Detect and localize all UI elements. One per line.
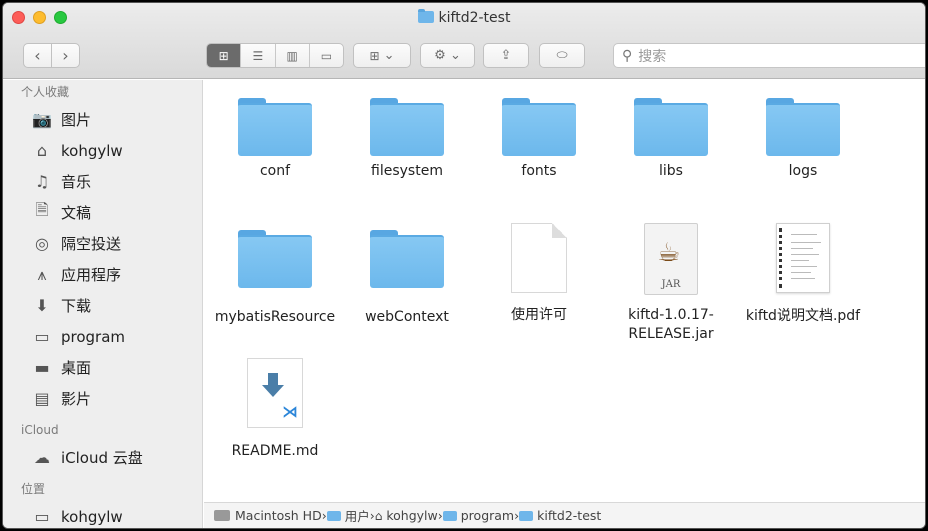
forward-button[interactable]: › bbox=[52, 45, 79, 67]
users-folder-icon bbox=[326, 510, 341, 521]
toolbar: kiftd2-test ‹ › ⊞ ☰ ▥ ▭ ⊞ ⌄ ⚙ ⌄ ⇪ ⬭ ⚲ 搜索 bbox=[3, 3, 925, 79]
download-arrow-icon bbox=[262, 373, 284, 399]
camera-icon: 📷 bbox=[32, 110, 52, 129]
airdrop-icon: ◎ bbox=[35, 234, 49, 253]
share-button[interactable]: ⇪ bbox=[483, 43, 529, 68]
java-jar-icon: ☕ JAR bbox=[644, 223, 698, 295]
file-item-readme[interactable]: ⋊ README.md bbox=[209, 358, 341, 461]
gear-icon: ⚙ bbox=[434, 48, 446, 63]
breadcrumb-macintosh-hd[interactable]: Macintosh HD bbox=[214, 508, 322, 523]
home-icon: ⌂ bbox=[374, 508, 383, 523]
sidebar-item-program[interactable]: ▭ program bbox=[3, 321, 202, 352]
folder-icon: ▭ bbox=[34, 327, 50, 346]
sidebar-item-documents[interactable]: 🗎 文稿 bbox=[3, 197, 202, 228]
sidebar-item-music[interactable]: ♫ 音乐 bbox=[3, 166, 202, 197]
coffee-cup-icon: ☕ bbox=[657, 238, 681, 268]
tag-icon: ⬭ bbox=[556, 48, 568, 63]
markdown-file-icon: ⋊ bbox=[247, 358, 303, 428]
file-browser: conf filesystem fonts libs logs mybatisR… bbox=[204, 80, 925, 502]
document-icon bbox=[511, 223, 567, 293]
folder-icon bbox=[370, 98, 444, 156]
sidebar-item-pictures[interactable]: 📷 图片 bbox=[3, 104, 202, 135]
file-item-jar[interactable]: ☕ JAR kiftd-1.0.17- RELEASE.jar bbox=[605, 223, 737, 344]
tags-button[interactable]: ⬭ bbox=[539, 43, 585, 68]
share-icon: ⇪ bbox=[500, 48, 512, 63]
music-note-icon: ♫ bbox=[34, 172, 50, 191]
folder-icon bbox=[238, 98, 312, 156]
file-item-conf[interactable]: conf bbox=[209, 98, 341, 181]
search-field[interactable]: ⚲ 搜索 bbox=[613, 43, 925, 68]
sidebar-section-favorites: 个人收藏 bbox=[21, 85, 70, 99]
sidebar: 个人收藏 📷 图片 ⌂ kohgylw ♫ 音乐 🗎 文稿 ◎ 隔空投送 ⩚ 应用程序 ⬇ 下… bbox=[3, 80, 203, 528]
folder-icon bbox=[442, 510, 457, 521]
documents-icon: 🗎 bbox=[35, 200, 49, 219]
cloud-icon: ☁ bbox=[34, 448, 50, 467]
file-item-filesystem[interactable]: filesystem bbox=[341, 98, 473, 181]
desktop-icon: ▬ bbox=[34, 358, 50, 377]
back-button[interactable]: ‹ bbox=[24, 45, 51, 67]
icon-grid-icon: ⊞ bbox=[218, 48, 229, 63]
sidebar-item-computer[interactable]: ▭ kohgylw bbox=[3, 501, 202, 528]
sidebar-item-airdrop[interactable]: ◎ 隔空投送 bbox=[3, 228, 202, 259]
chevron-down-icon: ⌄ bbox=[449, 48, 461, 63]
back-forward-control: ‹ › bbox=[23, 43, 80, 68]
sidebar-item-home[interactable]: ⌂ kohgylw bbox=[3, 135, 202, 166]
view-mode-control: ⊞ ☰ ▥ ▭ bbox=[206, 43, 344, 68]
vscode-icon: ⋊ bbox=[282, 402, 298, 421]
hard-drive-icon bbox=[214, 510, 230, 521]
finder-window: kiftd2-test ‹ › ⊞ ☰ ▥ ▭ ⊞ ⌄ ⚙ ⌄ ⇪ ⬭ ⚲ 搜索 bbox=[2, 2, 926, 529]
folder-icon bbox=[502, 98, 576, 156]
folder-icon bbox=[766, 98, 840, 156]
columns-icon: ▥ bbox=[286, 48, 298, 63]
breadcrumb-program[interactable]: program bbox=[442, 508, 514, 523]
folder-icon bbox=[238, 230, 312, 288]
pdf-document-icon bbox=[776, 223, 830, 293]
breadcrumb-current[interactable]: kiftd2-test bbox=[519, 508, 601, 523]
gallery-icon: ▭ bbox=[320, 48, 333, 63]
icon-view-button[interactable]: ⊞ bbox=[207, 44, 242, 67]
film-icon: ▤ bbox=[34, 389, 50, 408]
download-icon: ⬇ bbox=[35, 296, 49, 315]
search-placeholder: 搜索 bbox=[638, 48, 667, 65]
chevron-down-icon: ⌄ bbox=[383, 48, 395, 63]
folder-icon bbox=[634, 98, 708, 156]
computer-icon: ▭ bbox=[34, 507, 50, 526]
folder-icon bbox=[519, 510, 534, 521]
sidebar-item-desktop[interactable]: ▬ 桌面 bbox=[3, 352, 202, 383]
sidebar-item-applications[interactable]: ⩚ 应用程序 bbox=[3, 259, 202, 290]
action-button[interactable]: ⚙ ⌄ bbox=[420, 43, 475, 68]
breadcrumb-home[interactable]: ⌂ kohgylw bbox=[375, 508, 438, 523]
sidebar-section-icloud: iCloud bbox=[21, 423, 59, 437]
column-view-button[interactable]: ▥ bbox=[276, 44, 310, 67]
sidebar-item-movies[interactable]: ▤ 影片 bbox=[3, 383, 202, 414]
folder-icon bbox=[417, 9, 434, 23]
home-icon: ⌂ bbox=[36, 141, 48, 160]
file-item-license[interactable]: 使用许可 bbox=[473, 223, 605, 325]
arrange-grid-icon: ⊞ bbox=[369, 48, 380, 63]
breadcrumb-users[interactable]: 用户 bbox=[326, 506, 370, 525]
file-item-pdf[interactable]: kiftd说明文档.pdf bbox=[737, 223, 869, 326]
sidebar-section-locations: 位置 bbox=[21, 482, 46, 496]
path-bar: Macintosh HD › 用户 › ⌂ kohgylw › program ›… bbox=[204, 502, 925, 528]
list-view-button[interactable]: ☰ bbox=[241, 44, 276, 67]
window-title: kiftd2-test bbox=[3, 8, 925, 28]
folder-icon bbox=[370, 230, 444, 288]
applications-icon: ⩚ bbox=[37, 264, 47, 284]
file-item-logs[interactable]: logs bbox=[737, 98, 869, 181]
list-icon: ☰ bbox=[252, 48, 264, 63]
file-item-webcontext[interactable]: webContext bbox=[341, 230, 473, 327]
sidebar-item-icloud-drive[interactable]: ☁ iCloud 云盘 bbox=[3, 442, 202, 473]
file-item-fonts[interactable]: fonts bbox=[473, 98, 605, 181]
sidebar-item-downloads[interactable]: ⬇ 下载 bbox=[3, 290, 202, 321]
gallery-view-button[interactable]: ▭ bbox=[310, 44, 343, 67]
arrange-button[interactable]: ⊞ ⌄ bbox=[353, 43, 411, 68]
file-item-mybatisresource[interactable]: mybatisResource bbox=[209, 230, 341, 327]
search-icon: ⚲ bbox=[622, 47, 633, 64]
file-item-libs[interactable]: libs bbox=[605, 98, 737, 181]
